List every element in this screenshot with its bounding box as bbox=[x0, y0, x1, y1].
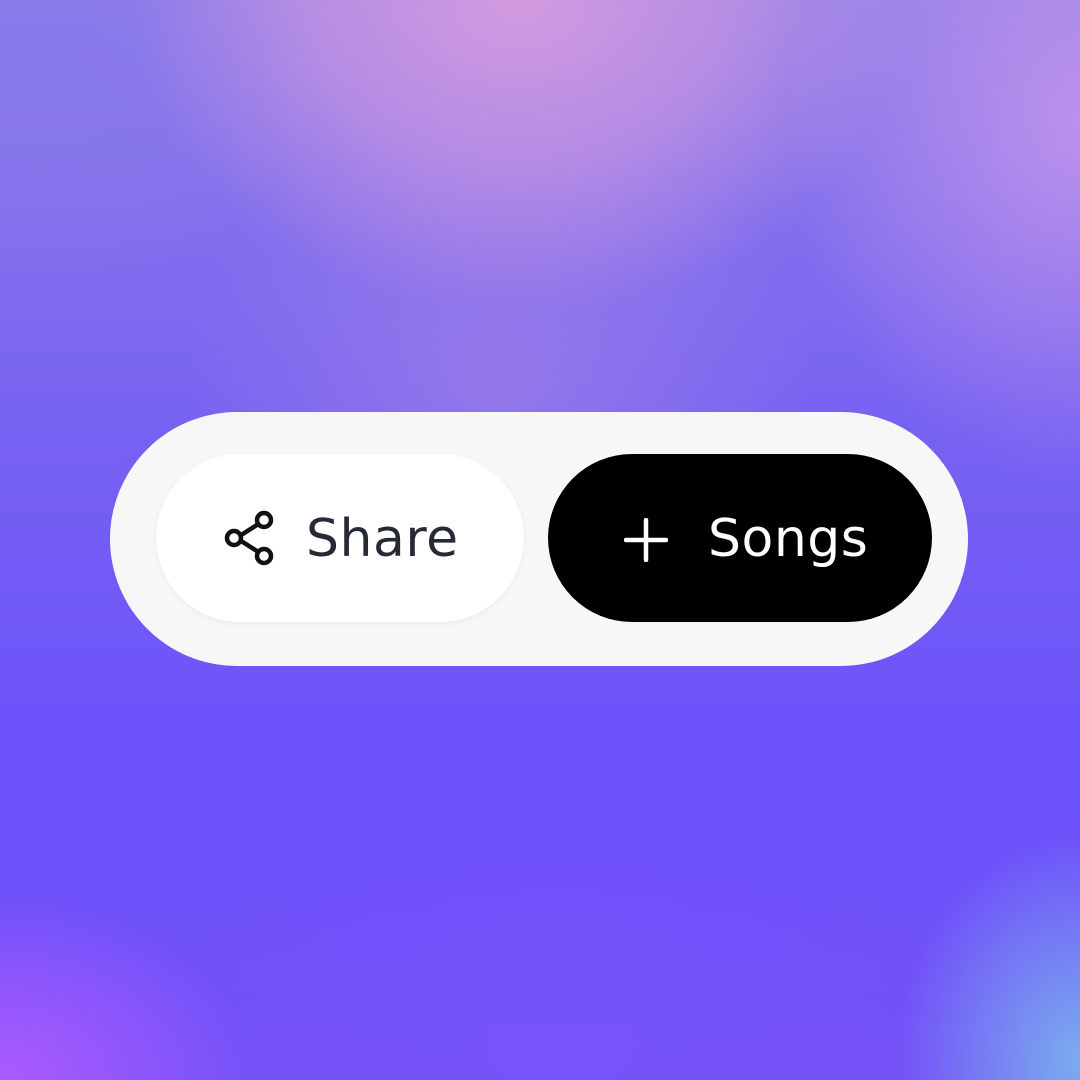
plus-icon bbox=[624, 518, 668, 562]
share-button-label: Share bbox=[306, 509, 459, 569]
share-icon bbox=[224, 510, 274, 566]
add-songs-button-label: Songs bbox=[708, 509, 869, 569]
